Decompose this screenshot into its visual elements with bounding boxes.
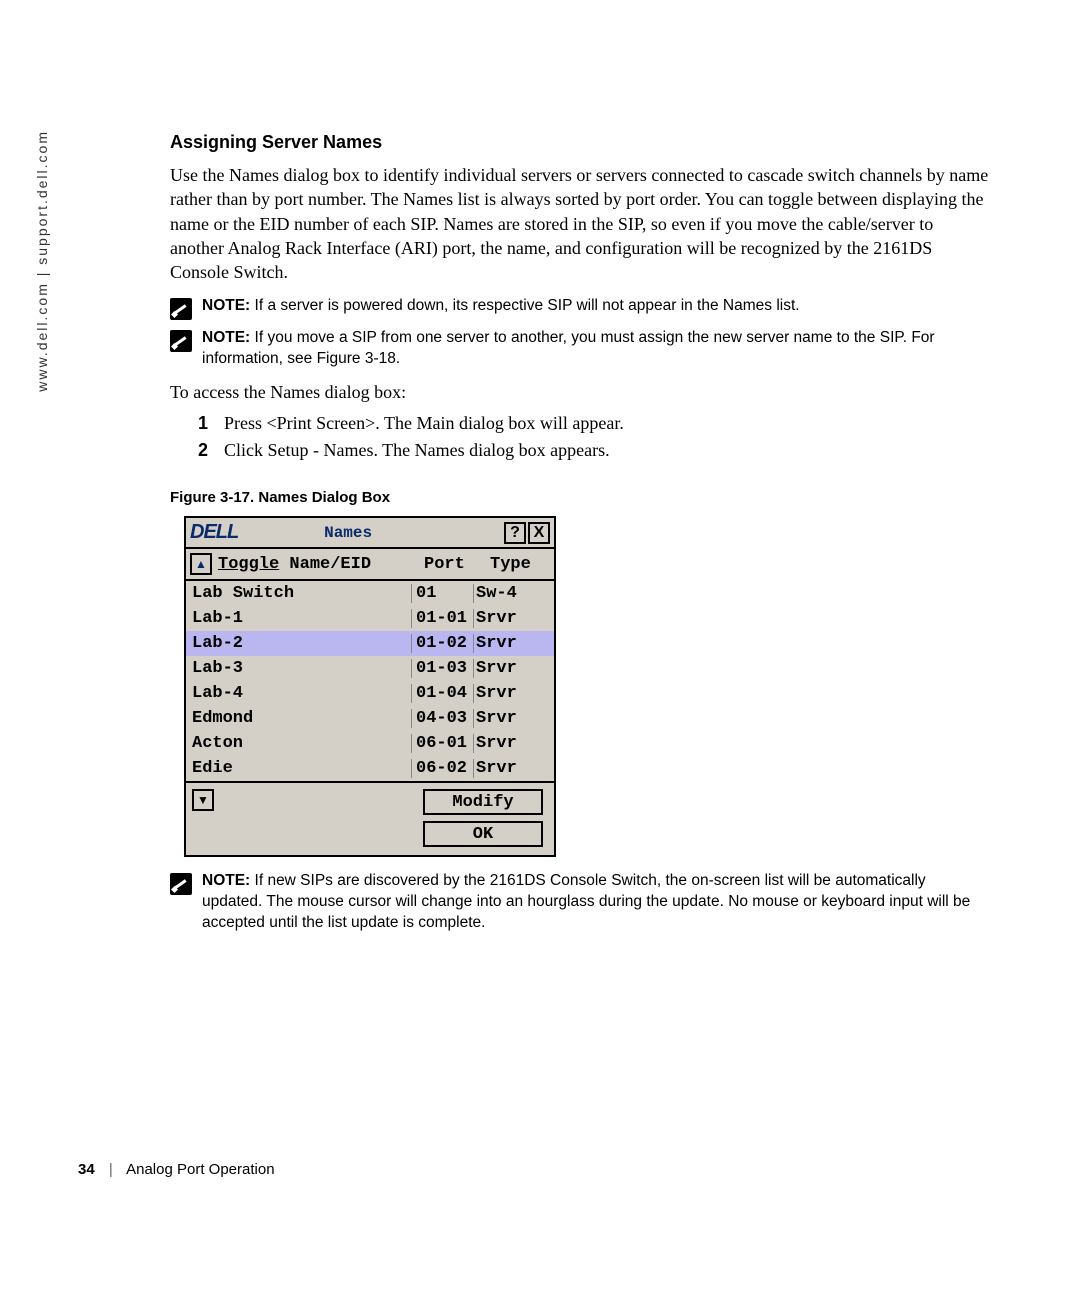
footer-separator: | [109, 1161, 113, 1178]
cell-name: Lab-3 [186, 659, 412, 678]
step-1: 1 Press <Print Screen>. The Main dialog … [198, 413, 990, 434]
toggle-name-eid-header[interactable]: Toggle Name/EID [218, 555, 424, 574]
table-body: Lab Switch 01 Sw-4 Lab-1 01-01 Srvr Lab-… [186, 581, 554, 783]
cell-type: Srvr [474, 734, 554, 753]
table-header: ▲ Toggle Name/EID Port Type [186, 549, 554, 581]
cell-type: Srvr [474, 659, 554, 678]
intro-paragraph: Use the Names dialog box to identify ind… [170, 163, 990, 284]
cell-type: Srvr [474, 759, 554, 778]
step-number: 2 [198, 440, 224, 461]
step-2: 2 Click Setup - Names. The Names dialog … [198, 440, 990, 461]
table-row[interactable]: Lab-4 01-04 Srvr [186, 681, 554, 706]
modify-button[interactable]: Modify [423, 789, 543, 815]
cell-name: Edie [186, 759, 412, 778]
dialog-footer: ▼ Modify OK [186, 783, 554, 855]
footer-section-name: Analog Port Operation [126, 1161, 274, 1178]
note-3-text: NOTE: If new SIPs are discovered by the … [202, 871, 990, 934]
port-header: Port [424, 555, 490, 574]
cell-type: Srvr [474, 709, 554, 728]
cell-port: 01-04 [412, 684, 474, 703]
step-text: Press <Print Screen>. The Main dialog bo… [224, 413, 624, 434]
dialog-titlebar: DELL Names ? X [186, 518, 554, 549]
page-number: 34 [78, 1161, 95, 1178]
table-row[interactable]: Edmond 04-03 Srvr [186, 706, 554, 731]
access-line: To access the Names dialog box: [170, 382, 990, 403]
pencil-icon [170, 298, 192, 320]
table-row[interactable]: Edie 06-02 Srvr [186, 756, 554, 781]
step-text: Click Setup - Names. The Names dialog bo… [224, 440, 610, 461]
type-header: Type [490, 555, 550, 574]
page-footer: 34 | Analog Port Operation [78, 1161, 275, 1178]
note-2: NOTE: If you move a SIP from one server … [170, 328, 990, 370]
cell-type: Srvr [474, 609, 554, 628]
cell-port: 01-03 [412, 659, 474, 678]
page: www.dell.com | support.dell.com Assignin… [0, 0, 1080, 1296]
table-row[interactable]: Lab-1 01-01 Srvr [186, 606, 554, 631]
note-3: NOTE: If new SIPs are discovered by the … [170, 871, 990, 934]
cell-name: Lab-1 [186, 609, 412, 628]
table-row[interactable]: Lab-2 01-02 Srvr [186, 631, 554, 656]
cell-port: 01-02 [412, 634, 474, 653]
cell-port: 04-03 [412, 709, 474, 728]
cell-name: Lab-4 [186, 684, 412, 703]
cell-name: Acton [186, 734, 412, 753]
cell-type: Srvr [474, 684, 554, 703]
cell-port: 01 [412, 584, 474, 603]
note-1: NOTE: If a server is powered down, its r… [170, 296, 990, 320]
cell-port: 06-01 [412, 734, 474, 753]
cell-name: Lab-2 [186, 634, 412, 653]
scroll-down-icon[interactable]: ▼ [192, 789, 214, 811]
names-dialog: DELL Names ? X ▲ Toggle Name/EID Port Ty… [184, 516, 556, 857]
side-url-text: www.dell.com | support.dell.com [34, 0, 50, 130]
dell-logo: DELL [190, 521, 238, 544]
table-row[interactable]: Acton 06-01 Srvr [186, 731, 554, 756]
cell-name: Edmond [186, 709, 412, 728]
help-button[interactable]: ? [504, 522, 526, 544]
figure-caption: Figure 3-17. Names Dialog Box [170, 489, 990, 506]
cell-port: 06-02 [412, 759, 474, 778]
cell-name: Lab Switch [186, 584, 412, 603]
step-number: 1 [198, 413, 224, 434]
pencil-icon [170, 330, 192, 352]
content-column: Assigning Server Names Use the Names dia… [170, 132, 990, 942]
close-button[interactable]: X [528, 522, 550, 544]
section-heading: Assigning Server Names [170, 132, 990, 153]
dialog-title: Names [324, 524, 372, 542]
step-list: 1 Press <Print Screen>. The Main dialog … [198, 413, 990, 461]
table-row[interactable]: Lab Switch 01 Sw-4 [186, 581, 554, 606]
ok-button[interactable]: OK [423, 821, 543, 847]
cell-type: Sw-4 [474, 584, 554, 603]
cell-type: Srvr [474, 634, 554, 653]
sort-up-icon[interactable]: ▲ [190, 553, 212, 575]
table-row[interactable]: Lab-3 01-03 Srvr [186, 656, 554, 681]
cell-port: 01-01 [412, 609, 474, 628]
pencil-icon [170, 873, 192, 895]
note-2-text: NOTE: If you move a SIP from one server … [202, 328, 990, 370]
note-1-text: NOTE: If a server is powered down, its r… [202, 296, 800, 317]
